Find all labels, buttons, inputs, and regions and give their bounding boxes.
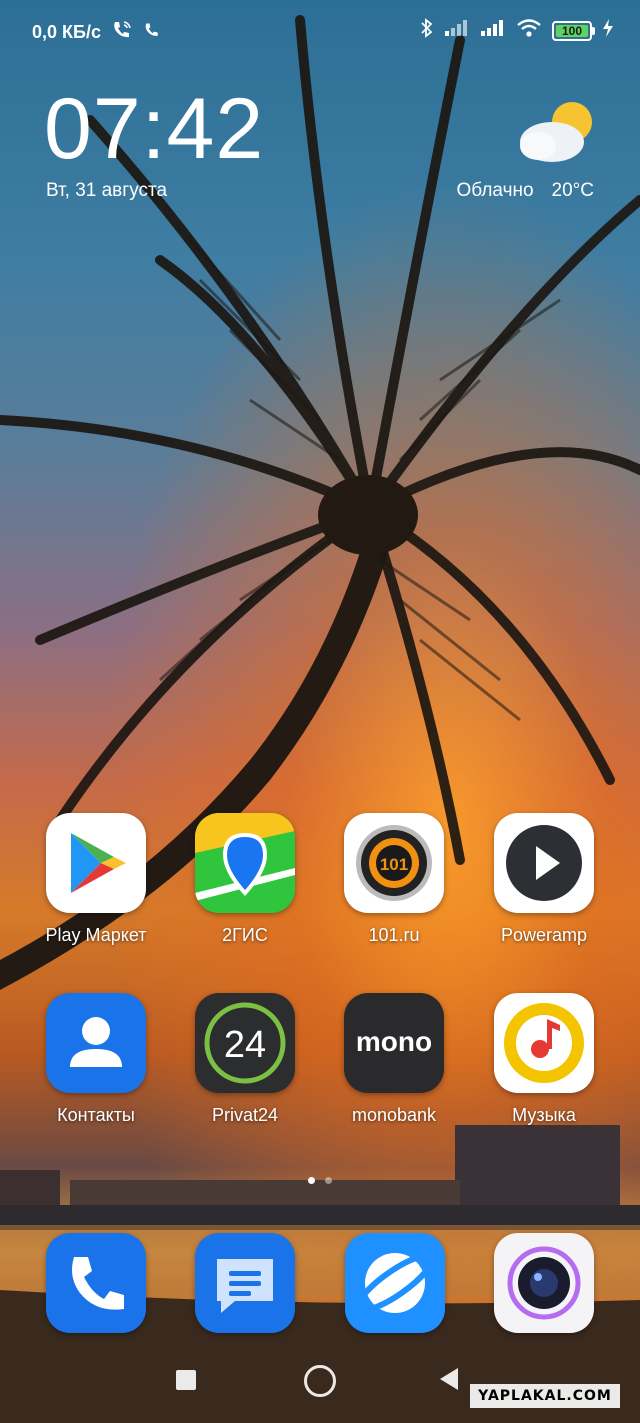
app-label: Play Маркет [45,925,147,945]
app-label: Музыка [512,1105,576,1125]
home-button[interactable] [304,1365,336,1397]
recents-button[interactable] [176,1370,196,1390]
browser-icon[interactable] [345,1233,445,1333]
contacts-icon [46,993,146,1093]
music-icon [494,993,594,1093]
app-101ru[interactable]: 101 101.ru [319,813,469,963]
svg-text:101: 101 [380,855,408,874]
app-poweramp[interactable]: Poweramp [469,813,619,963]
app-label: Poweramp [500,925,588,945]
page-dot [325,1177,332,1184]
weather-temperature: 20°C [551,180,594,201]
network-speed: 0,0 КБ/с [32,22,101,42]
app-play-market[interactable]: Play Маркет [21,813,171,963]
page-indicator[interactable] [0,1177,640,1184]
weather-widget[interactable]: Облачно 20°C [457,180,594,202]
signal-icon [444,20,470,41]
back-button[interactable] [440,1368,458,1390]
app-label: monobank [351,1105,437,1125]
app-music[interactable]: Музыка [469,993,619,1143]
app-2gis[interactable]: 2ГИС [170,813,320,963]
app-monobank[interactable]: mono monobank [319,993,469,1143]
clock-date[interactable]: Вт, 31 августа [46,180,167,202]
monobank-icon: mono [344,993,444,1093]
wallpaper [0,0,640,1423]
call-icon [143,21,161,44]
phone-icon[interactable] [46,1233,146,1333]
play-store-icon [46,813,146,913]
charging-icon [602,18,614,43]
wifi-icon [516,18,542,43]
weather-condition: Облачно [456,180,534,201]
palm-tree-wallpaper [0,15,640,1423]
privat24-icon: 24 [195,993,295,1093]
2gis-icon [195,813,295,913]
status-bar: 0,0 КБ/с 100 [0,0,640,62]
privat24-badge: 24 [224,1024,266,1066]
clock-time[interactable]: 07:42 [44,86,264,172]
poweramp-icon [494,813,594,913]
app-label: Контакты [57,1105,135,1125]
messages-icon[interactable] [195,1233,295,1333]
wifi-calling-icon [111,20,133,45]
app-privat24[interactable]: 24 Privat24 [170,993,320,1143]
app-label: 101.ru [368,925,420,945]
watermark: YAPLAKAL.COM [470,1384,620,1408]
app-label: Privat24 [211,1105,279,1125]
app-contacts[interactable]: Контакты [21,993,171,1143]
camera-icon[interactable] [494,1233,594,1333]
page-dot-active [308,1177,315,1184]
bluetooth-icon [420,18,434,43]
partly-cloudy-icon[interactable] [516,98,596,168]
101ru-icon: 101 [344,813,444,913]
app-label: 2ГИС [222,925,268,945]
signal-icon-2 [480,20,506,41]
monobank-badge: mono [356,1026,432,1057]
battery-level: 100 [561,23,583,38]
battery-icon: 100 [552,20,595,41]
